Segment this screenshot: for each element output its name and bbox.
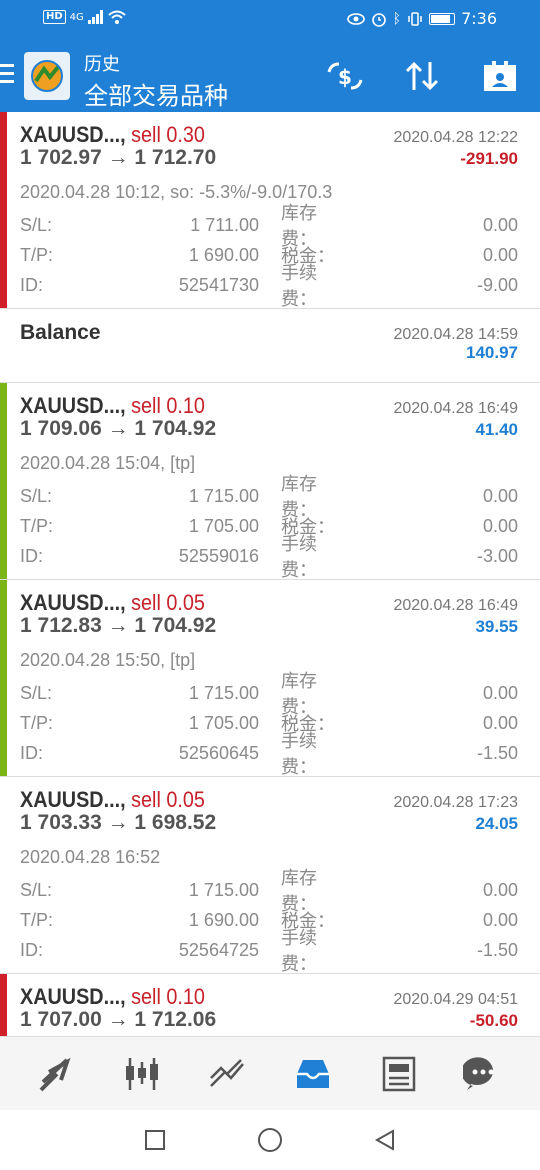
deal-symbol: XAUUSD..., sell 0.05 [20, 787, 205, 812]
bluetooth-icon: ᛒ [392, 10, 402, 27]
tab-chart[interactable] [120, 1052, 164, 1096]
tab-news[interactable] [376, 1052, 420, 1096]
id-row: ID: 52564725 手续费： -1.50 [20, 928, 518, 974]
alarm-icon [371, 12, 386, 27]
metatrader-logo[interactable] [24, 52, 70, 100]
deal-profit: 39.55 [475, 617, 518, 636]
deal-symbol: XAUUSD..., sell 0.30 [20, 122, 205, 147]
currency-exchange-icon[interactable]: $ [325, 58, 365, 94]
sl-row: S/L: 1 715.00 库存费： 0.00 [20, 671, 518, 717]
sl-row: S/L: 1 715.00 库存费： 0.00 [20, 868, 518, 914]
balance-card[interactable]: Balance 2020.04.28 14:59 140.97 [0, 309, 540, 383]
sl-row: S/L: 1 715.00 库存费： 0.00 [20, 474, 518, 520]
profit-indicator [0, 383, 7, 579]
history-list[interactable]: XAUUSD..., sell 0.30 2020.04.28 12:22 1 7… [0, 112, 540, 1036]
hd-icon: HD [43, 10, 66, 24]
signal-icon [87, 10, 103, 24]
svg-text:$: $ [338, 65, 352, 89]
balance-time: 2020.04.28 14:59 [393, 326, 518, 343]
wifi-icon [108, 10, 126, 24]
deal-time: 2020.04.29 04:51 [393, 991, 518, 1008]
deal-profit: 24.05 [475, 814, 518, 833]
sort-icon[interactable] [402, 58, 442, 94]
deal-time: 2020.04.28 17:23 [393, 794, 518, 811]
page-subtitle: 历史 [84, 54, 120, 75]
app-bar: 历史 全部交易品种 $ [0, 40, 540, 112]
deal-profit: -291.90 [460, 149, 518, 168]
id-row: ID: 52559016 手续费： -3.00 [20, 534, 518, 580]
eye-icon [346, 12, 365, 25]
news-icon [382, 1056, 416, 1091]
loss-indicator [0, 112, 7, 308]
deal-profit: 41.40 [475, 420, 518, 439]
tab-trade[interactable] [205, 1052, 249, 1096]
recents-icon[interactable] [143, 1128, 167, 1152]
deal-time: 2020.04.28 16:49 [393, 597, 518, 614]
chart-icon [125, 1057, 158, 1090]
page-title[interactable]: 全部交易品种 [84, 76, 228, 111]
balance-amount: 140.97 [466, 343, 518, 362]
deal-symbol: XAUUSD..., sell 0.10 [20, 984, 205, 1009]
status-bar: HD 4G ᛒ 7:36 [0, 0, 540, 40]
balance-label: Balance [20, 321, 101, 344]
tab-quotes[interactable] [35, 1052, 79, 1096]
deal-card[interactable]: XAUUSD..., sell 0.10 2020.04.28 16:49 1 7… [0, 383, 540, 580]
deal-profit: -50.60 [469, 1011, 518, 1030]
deal-prices: 1 702.97 → 1 712.70 [20, 146, 217, 169]
deal-prices: 1 709.06 → 1 704.92 [20, 417, 217, 440]
chat-icon [463, 1056, 494, 1090]
deal-time: 2020.04.28 12:22 [393, 129, 518, 146]
system-nav [0, 1110, 540, 1170]
deal-prices: 1 703.33 → 1 698.52 [20, 811, 217, 834]
bottom-nav [0, 1036, 540, 1110]
deal-symbol: XAUUSD..., sell 0.10 [20, 393, 205, 418]
id-row: ID: 52541730 手续费： -9.00 [20, 263, 518, 309]
tab-chat[interactable] [461, 1052, 505, 1096]
profit-indicator [0, 580, 7, 776]
loss-indicator [0, 974, 7, 1036]
home-icon[interactable] [257, 1127, 283, 1153]
back-icon[interactable] [373, 1128, 397, 1152]
battery-icon [429, 12, 456, 25]
deal-prices: 1 712.83 → 1 704.92 [20, 614, 217, 637]
id-row: ID: 52560645 手续费： -1.50 [20, 731, 518, 777]
deal-time: 2020.04.28 16:49 [393, 400, 518, 417]
deal-card[interactable]: XAUUSD..., sell 0.10 2020.04.29 04:51 1 7… [0, 974, 540, 1036]
menu-icon[interactable] [0, 64, 14, 86]
deal-card[interactable]: XAUUSD..., sell 0.05 2020.04.28 16:49 1 7… [0, 580, 540, 777]
deal-card[interactable]: XAUUSD..., sell 0.05 2020.04.28 17:23 1 7… [0, 777, 540, 974]
quotes-icon [39, 1057, 71, 1091]
sl-row: S/L: 1 711.00 库存费： 0.00 [20, 203, 518, 249]
deal-prices: 1 707.00 → 1 712.06 [20, 1008, 217, 1031]
trade-icon [210, 1058, 245, 1087]
status-time: 7:36 [461, 9, 497, 28]
deal-card[interactable]: XAUUSD..., sell 0.30 2020.04.28 12:22 1 7… [0, 112, 540, 309]
network-label: 4G [69, 11, 84, 23]
tab-history[interactable] [291, 1052, 335, 1096]
vibrate-icon [408, 11, 422, 26]
deal-symbol: XAUUSD..., sell 0.05 [20, 590, 205, 615]
history-inbox-icon [296, 1059, 329, 1088]
report-icon[interactable] [480, 58, 520, 94]
